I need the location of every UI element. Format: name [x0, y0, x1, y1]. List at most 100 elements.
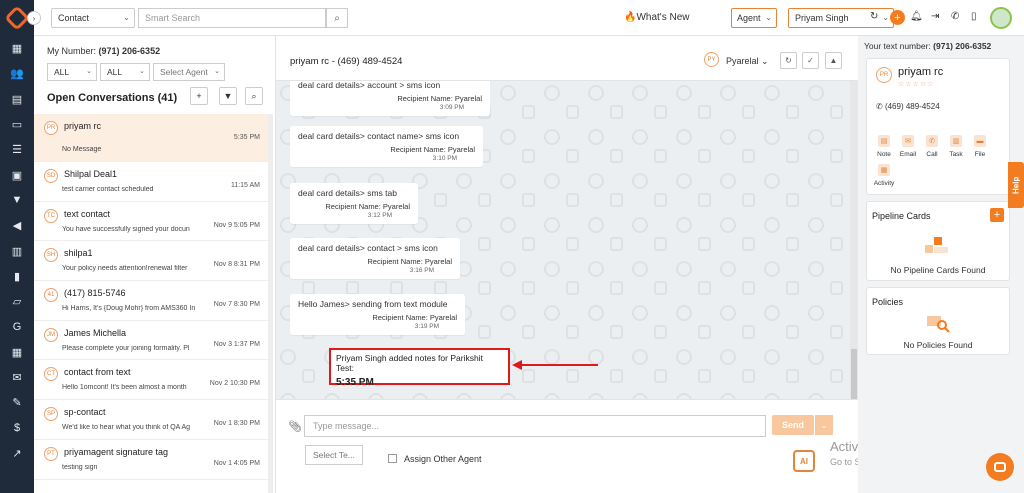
bell-icon[interactable]: 🔔︎: [910, 11, 923, 22]
smart-search-input[interactable]: Smart Search: [138, 8, 326, 28]
profile-icon[interactable]: ▣: [0, 162, 34, 187]
file-action[interactable]: ▬ File: [968, 135, 992, 158]
reports-icon[interactable]: ▮: [0, 264, 34, 289]
dashboard-icon[interactable]: ▦: [0, 36, 34, 61]
check-icon: ✓: [807, 56, 814, 65]
pipeline-empty-message: No Pipeline Cards Found: [890, 265, 986, 275]
activity-icon: ▦: [878, 164, 890, 176]
conversations-panel: My Number: (971) 206-6352 ALL ⌄ ALL ⌄ Sele…: [34, 36, 276, 493]
email-action[interactable]: ✉ Email: [896, 135, 920, 158]
campaign-icon[interactable]: ◀: [0, 213, 34, 238]
whats-new-link[interactable]: 🔥What's New: [624, 12, 690, 23]
conversation-item[interactable]: CT contact from text Nov 2 10:30 PM Hell…: [34, 360, 268, 401]
add-button[interactable]: +: [890, 10, 905, 25]
analytics-icon[interactable]: ↗: [0, 441, 34, 466]
refresh-chat-button[interactable]: ↻: [780, 52, 797, 69]
action-label: Call: [926, 151, 938, 158]
my-number-label: My Number:: [47, 46, 97, 56]
assign-other-agent-label: Assign Other Agent: [404, 454, 482, 464]
conversation-item[interactable]: 41 (417) 815-5746 Nov 7 8:30 PM Hi Harri…: [34, 281, 268, 321]
plus-icon: +: [196, 91, 202, 101]
conversation-item[interactable]: PT priyamagent signature tag Nov 1 4:05 …: [34, 440, 268, 480]
contact-type-select[interactable]: Contact ⌄: [51, 8, 135, 28]
refresh-icon[interactable]: ↻: [870, 11, 878, 22]
google-icon[interactable]: G: [0, 314, 34, 339]
activity-action[interactable]: ▦ Activity: [872, 164, 896, 187]
conversation-name: contact from text: [64, 367, 131, 378]
search-icon: ⌕: [334, 12, 340, 24]
conversation-item[interactable]: SD Shilpal Deal1 11:15 AM test carrier c…: [34, 162, 268, 202]
resolve-button[interactable]: ✓: [802, 52, 819, 69]
assigned-agent-select[interactable]: Pyarelal ⌄: [726, 56, 769, 67]
select-agent-filter[interactable]: Select Agent ⌄: [153, 63, 225, 81]
send-button[interactable]: Send: [772, 415, 814, 435]
search-button[interactable]: ⌕: [326, 8, 348, 28]
pipeline-cards-title: Pipeline Cards: [872, 211, 931, 221]
contact-card: PR priyam rc ☆☆☆☆☆ ✆ (469) 489-4524 ▤ Not…: [866, 58, 1010, 195]
chat-scrollbar[interactable]: [850, 81, 858, 399]
list-icon[interactable]: ☰: [0, 137, 34, 162]
send-options-button[interactable]: ⌄: [815, 415, 833, 435]
chat-header: priyam rc - (469) 489-4524 PY Pyarelal ⌄…: [276, 36, 858, 81]
user-avatar[interactable]: [990, 7, 1012, 29]
compose-area: 📎︎ Type message... Send ⌄ Select Te... A…: [276, 399, 972, 493]
logout-icon[interactable]: ⇥: [931, 11, 939, 22]
filter-icon[interactable]: ▼: [0, 188, 34, 213]
signature-icon[interactable]: ✎: [0, 390, 34, 415]
type-filter[interactable]: ALL ⌄: [100, 63, 150, 81]
avatar: SH: [44, 248, 58, 263]
search-conversations-button[interactable]: ⌕: [245, 87, 263, 105]
contact-info-button[interactable]: ▲: [825, 52, 842, 69]
agent-select[interactable]: Agent ⌄: [731, 8, 777, 28]
avatar: PT: [44, 446, 58, 461]
paperclip-icon[interactable]: 📎︎: [288, 420, 302, 433]
contacts-icon[interactable]: 👥: [0, 61, 34, 86]
message-recipient: Recipient Name: Pyarelal: [390, 145, 475, 154]
folder-icon[interactable]: ▱: [0, 289, 34, 314]
conversation-preview: test carrier contact scheduled: [62, 186, 154, 193]
clipboard-icon[interactable]: ▯: [971, 11, 977, 22]
conversation-item[interactable]: PR priyam rc 5:35 PM No Message: [34, 114, 268, 162]
rating-stars[interactable]: ☆☆☆☆☆: [898, 80, 934, 88]
help-tab[interactable]: Help: [1008, 162, 1024, 208]
message-text: deal card details> account > sms icon: [298, 81, 441, 90]
conversation-item[interactable]: TC text contact Nov 9 5:05 PM You have s…: [34, 202, 268, 242]
conversation-time: Nov 3 1:37 PM: [213, 340, 260, 348]
documents-icon[interactable]: ▤: [0, 87, 34, 112]
notes-icon[interactable]: ▥: [0, 238, 34, 263]
assign-other-agent-checkbox[interactable]: [388, 454, 397, 463]
note-action[interactable]: ▤ Note: [872, 135, 896, 158]
filter-button[interactable]: ▼: [219, 87, 237, 105]
calendar-icon[interactable]: ▦: [0, 340, 34, 365]
status-filter[interactable]: ALL ⌄: [47, 63, 97, 81]
template-select[interactable]: Select Te...: [305, 445, 363, 465]
call-action[interactable]: ✆ Call: [920, 135, 944, 158]
add-pipeline-card-button[interactable]: +: [990, 208, 1004, 222]
conversation-name: Shilpal Deal1: [64, 169, 118, 179]
conversation-time: 5:35 PM: [233, 134, 260, 141]
message-input[interactable]: Type message...: [304, 415, 766, 437]
support-chat-button[interactable]: [986, 453, 1014, 481]
action-label: Activity: [873, 180, 895, 187]
conversation-item[interactable]: SP sp-contact Nov 1 8:30 PM We'd like to…: [34, 400, 268, 440]
task-action[interactable]: ▥ Task: [944, 135, 968, 158]
message-thread[interactable]: deal card details> account > sms icon Re…: [276, 81, 858, 399]
policies-empty-message: No Policies Found: [903, 340, 973, 350]
message-time: 3:16 PM: [409, 267, 434, 274]
deals-icon[interactable]: ▭: [0, 112, 34, 137]
collapse-sidebar-button[interactable]: ›: [27, 11, 41, 25]
conversation-item[interactable]: SH shilpa1 Nov 8 8:31 PM Your policy nee…: [34, 241, 268, 282]
conversation-time: Nov 7 8:30 PM: [213, 301, 260, 309]
conversation-list-scrollbar[interactable]: [268, 114, 273, 493]
phone-icon: ✆: [876, 102, 885, 111]
select-agent-value: Select Agent: [160, 67, 208, 77]
contact-name[interactable]: priyam rc: [898, 66, 943, 78]
phone-icon[interactable]: ✆: [951, 11, 959, 22]
billing-icon[interactable]: $: [0, 415, 34, 440]
conversation-time: Nov 9 5:05 PM: [213, 221, 260, 229]
scrollbar-thumb[interactable]: [851, 349, 857, 399]
ai-assistant-button[interactable]: AI: [793, 450, 815, 472]
conversation-item[interactable]: JM James Michella Nov 3 1:37 PM Please c…: [34, 321, 268, 361]
mail-icon[interactable]: ✉: [0, 365, 34, 390]
new-conversation-button[interactable]: +: [190, 87, 208, 105]
